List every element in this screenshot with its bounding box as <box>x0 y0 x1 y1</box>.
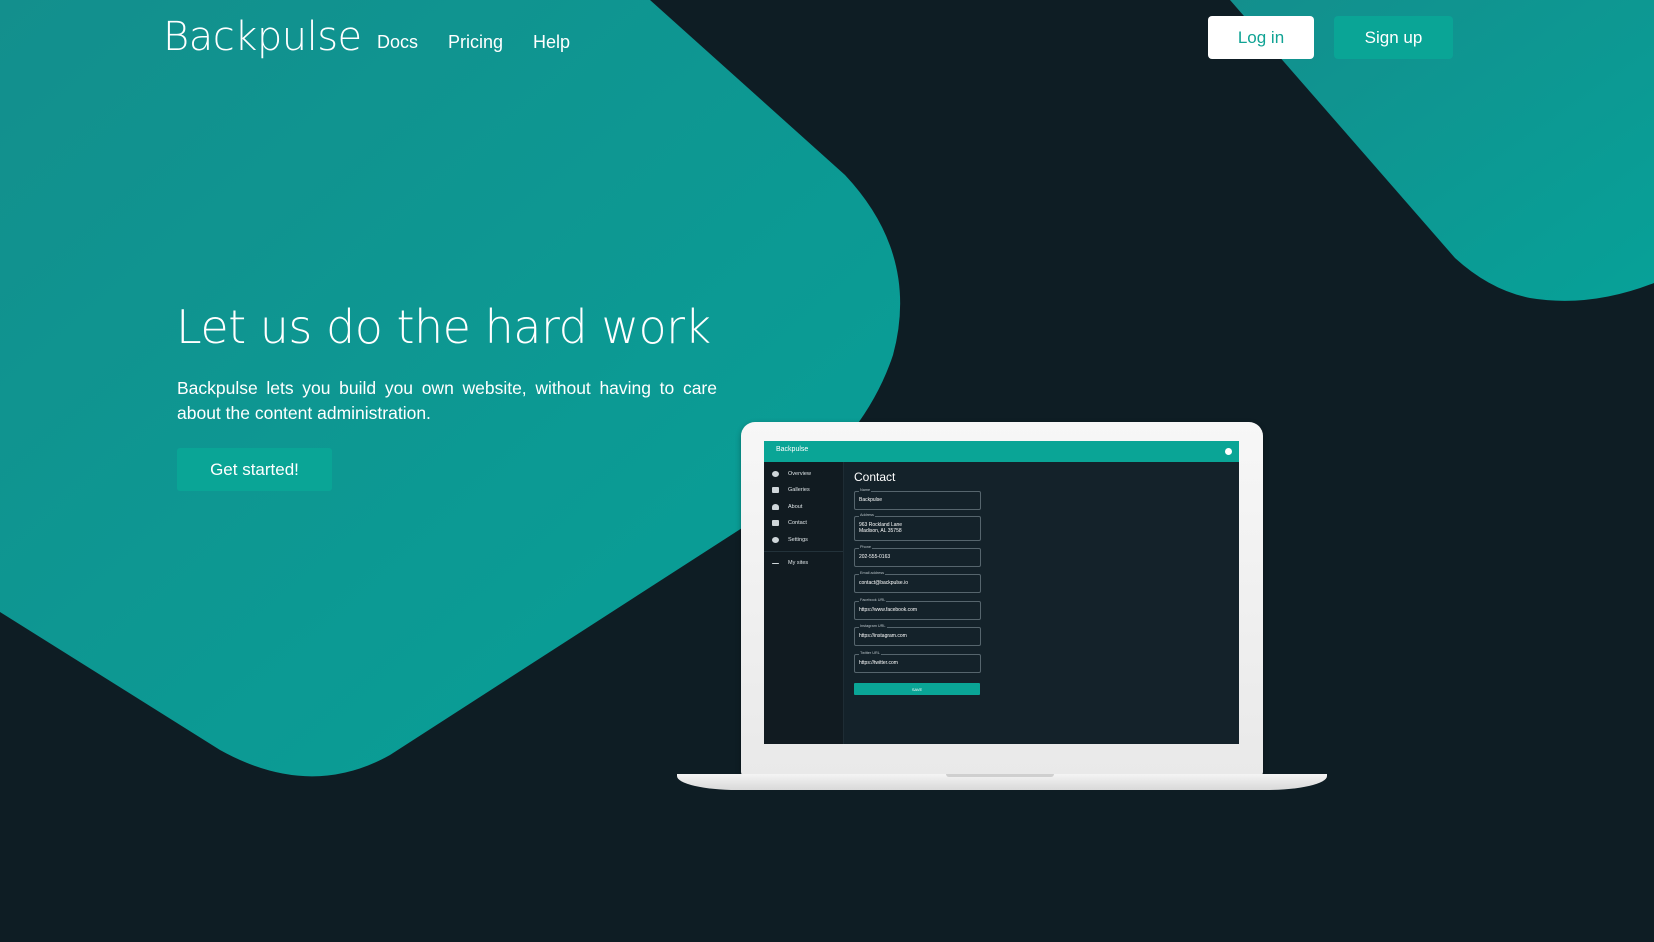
field-label: Instagram URL <box>859 624 887 629</box>
arrow-left-icon <box>772 562 779 564</box>
sidebar-item-my-sites: My sites <box>764 556 843 570</box>
gallery-icon <box>772 487 779 493</box>
sidebar-item-label: About <box>788 504 803 510</box>
nav-link-pricing[interactable]: Pricing <box>448 32 503 53</box>
sidebar-divider <box>764 551 843 552</box>
person-icon <box>772 504 779 510</box>
address-field: Address 963 Rockland Lane Madison, AL 35… <box>854 513 981 541</box>
hero-title: Let us do the hard work <box>176 300 711 354</box>
nav-link-help[interactable]: Help <box>533 32 570 53</box>
app-sidebar: Overview Galleries About Contact Setting… <box>764 462 844 744</box>
sidebar-item-label: Settings <box>788 537 808 543</box>
field-label: Address <box>859 513 875 518</box>
main-nav: Docs Pricing Help <box>377 32 570 53</box>
sidebar-item-label: My sites <box>788 560 809 566</box>
contact-card-icon <box>772 520 779 526</box>
gear-icon <box>772 537 779 543</box>
field-value: contact@backpulse.io <box>859 580 908 586</box>
sidebar-item-contact: Contact <box>764 516 843 530</box>
laptop-notch <box>946 774 1054 777</box>
eye-icon <box>772 471 779 477</box>
save-button: SAVE <box>854 683 980 695</box>
field-value: https://www.facebook.com <box>859 607 918 613</box>
field-label: Email address <box>859 571 886 576</box>
facebook-url-field: Facebook URL https://www.facebook.com <box>854 598 981 620</box>
sidebar-item-settings: Settings <box>764 533 843 547</box>
sidebar-item-about: About <box>764 500 843 514</box>
app-main: Contact Name Backpulse Address 963 Rockl… <box>844 462 1239 744</box>
get-started-button[interactable]: Get started! <box>177 448 332 491</box>
landing-page: Backpulse Docs Pricing Help Log in Sign … <box>0 0 1654 942</box>
field-value: Backpulse <box>859 497 883 503</box>
field-label: Phone <box>859 545 872 550</box>
field-label: Name <box>859 488 872 493</box>
field-value: 963 Rockland Lane Madison, AL 35758 <box>859 522 903 534</box>
login-button[interactable]: Log in <box>1208 16 1314 59</box>
sidebar-item-overview: Overview <box>764 467 843 481</box>
field-value: https://twitter.com <box>859 660 898 666</box>
field-label: Twitter URL <box>859 651 881 656</box>
phone-field: Phone 202-555-0163 <box>854 545 981 567</box>
brand-logo[interactable]: Backpulse <box>163 14 362 60</box>
name-field: Name Backpulse <box>854 488 981 510</box>
app-title: Backpulse <box>776 446 809 453</box>
sidebar-item-label: Overview <box>788 471 811 477</box>
twitter-url-field: Twitter URL https://twitter.com <box>854 651 981 673</box>
field-label: Facebook URL <box>859 598 887 603</box>
app-bar: Backpulse <box>764 441 1239 462</box>
email-field: Email address contact@backpulse.io <box>854 571 981 593</box>
sidebar-item-label: Contact <box>788 520 807 526</box>
sidebar-item-label: Galleries <box>788 487 810 493</box>
field-value: 202-555-0163 <box>859 554 891 560</box>
instagram-url-field: Instagram URL https://instagram.com <box>854 624 981 646</box>
nav-link-docs[interactable]: Docs <box>377 32 418 53</box>
contact-title: Contact <box>854 470 896 484</box>
hero-description: Backpulse lets you build you own website… <box>177 378 717 423</box>
signup-button[interactable]: Sign up <box>1334 16 1453 59</box>
laptop-screen: Backpulse Overview Galleries About Conta… <box>764 441 1239 744</box>
field-value: https://instagram.com <box>859 633 907 639</box>
account-icon <box>1225 448 1232 455</box>
sidebar-item-galleries: Galleries <box>764 483 843 497</box>
